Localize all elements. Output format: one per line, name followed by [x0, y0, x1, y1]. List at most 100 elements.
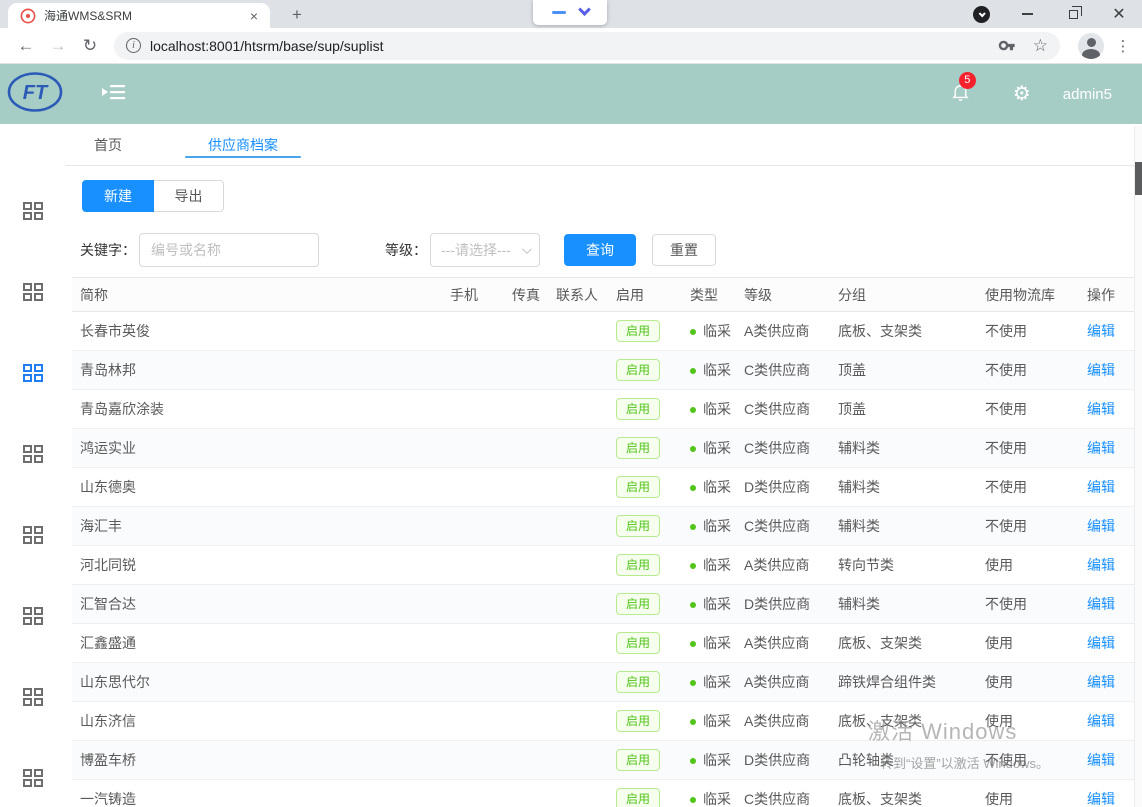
sidebar-item-6[interactable]	[0, 575, 65, 656]
enabled-badge[interactable]: 启用	[616, 398, 660, 420]
browser-tab[interactable]: 海通WMS&SRM ×	[8, 3, 270, 28]
level-cell: D类供应商	[736, 585, 830, 624]
table-row: 汇鑫盛通启用临采A类供应商底板、支架类使用编辑	[72, 624, 1134, 663]
sidebar-item-7[interactable]	[0, 656, 65, 737]
enabled-badge[interactable]: 启用	[616, 593, 660, 615]
window-minimize-button[interactable]	[1004, 0, 1050, 28]
column-header: 使用物流库	[977, 278, 1079, 312]
widget-minimize-icon[interactable]	[552, 11, 566, 14]
bookmark-star-icon[interactable]: ☆	[1033, 36, 1048, 56]
page-info-icon[interactable]: i	[126, 38, 141, 53]
edit-link[interactable]: 编辑	[1087, 791, 1115, 807]
enabled-badge[interactable]: 启用	[616, 359, 660, 381]
enabled-badge[interactable]: 启用	[616, 749, 660, 771]
fax-cell	[504, 624, 548, 663]
sidebar-item-3[interactable]	[0, 332, 65, 413]
new-tab-button[interactable]: +	[284, 2, 310, 28]
browser-update-icon[interactable]	[973, 6, 990, 23]
type-cell: 临采	[682, 546, 736, 585]
tab-title: 海通WMS&SRM	[44, 7, 246, 24]
reload-icon[interactable]: ↻	[74, 36, 106, 56]
sidebar-item-2[interactable]	[0, 251, 65, 332]
type-cell: 临采	[682, 780, 736, 807]
level-cell: C类供应商	[736, 507, 830, 546]
action-cell: 编辑	[1079, 780, 1134, 807]
back-icon[interactable]: ←	[10, 36, 42, 56]
enabled-badge[interactable]: 启用	[616, 320, 660, 342]
address-bar[interactable]: i localhost:8001/htsrm/base/sup/suplist …	[114, 32, 1060, 60]
new-button[interactable]: 新建	[82, 180, 154, 212]
search-button[interactable]: 查询	[564, 234, 636, 266]
edit-link[interactable]: 编辑	[1087, 635, 1115, 651]
edit-link[interactable]: 编辑	[1087, 596, 1115, 612]
edit-link[interactable]: 编辑	[1087, 674, 1115, 690]
enabled-badge[interactable]: 启用	[616, 554, 660, 576]
password-key-icon[interactable]	[998, 36, 1017, 55]
edit-link[interactable]: 编辑	[1087, 713, 1115, 729]
fax-cell	[504, 780, 548, 807]
sidebar-item-8[interactable]	[0, 737, 65, 807]
type-label: 临采	[703, 401, 731, 417]
window-close-button[interactable]: ✕	[1096, 0, 1142, 28]
apps-grid-icon	[23, 202, 43, 220]
enabled-badge[interactable]: 启用	[616, 671, 660, 693]
settings-gear-icon[interactable]: ⚙	[1013, 84, 1031, 104]
group-cell: 凸轮轴类	[830, 741, 977, 780]
widget-chevron-down-icon[interactable]	[578, 3, 591, 16]
table-row: 山东济信启用临采A类供应商底板、支架类使用编辑	[72, 702, 1134, 741]
profile-avatar[interactable]	[1078, 33, 1104, 59]
edit-link[interactable]: 编辑	[1087, 440, 1115, 456]
enabled-badge[interactable]: 启用	[616, 788, 660, 807]
forward-icon[interactable]: →	[42, 36, 74, 56]
enabled-badge[interactable]: 启用	[616, 710, 660, 732]
logistics-cell: 使用	[977, 702, 1079, 741]
edit-link[interactable]: 编辑	[1087, 752, 1115, 768]
sidebar-item-4[interactable]	[0, 413, 65, 494]
window-restore-button[interactable]	[1050, 0, 1096, 28]
type-cell: 临采	[682, 663, 736, 702]
notification-bell-button[interactable]: 5	[950, 81, 971, 108]
edit-link[interactable]: 编辑	[1087, 323, 1115, 339]
enabled-badge[interactable]: 启用	[616, 476, 660, 498]
scrollbar-thumb[interactable]	[1135, 162, 1142, 195]
action-cell: 编辑	[1079, 624, 1134, 663]
fax-cell	[504, 663, 548, 702]
mobile-cell	[442, 312, 504, 351]
browser-menu-icon[interactable]: ⋮	[1114, 37, 1132, 55]
reset-button[interactable]: 重置	[652, 234, 716, 266]
page-tab-2[interactable]: 供应商档案	[206, 124, 280, 165]
edit-link[interactable]: 编辑	[1087, 401, 1115, 417]
export-button[interactable]: 导出	[154, 180, 224, 212]
window-controls: ✕	[973, 0, 1142, 28]
enabled-badge[interactable]: 启用	[616, 632, 660, 654]
current-user[interactable]: admin5	[1063, 86, 1112, 103]
enabled-badge[interactable]: 启用	[616, 437, 660, 459]
action-cell: 编辑	[1079, 663, 1134, 702]
table-row: 青岛林邦启用临采C类供应商顶盖不使用编辑	[72, 351, 1134, 390]
contact-cell	[548, 468, 608, 507]
supplier-name-cell: 河北同锐	[72, 546, 442, 585]
edit-link[interactable]: 编辑	[1087, 479, 1115, 495]
fax-cell	[504, 390, 548, 429]
sidebar-item-5[interactable]	[0, 494, 65, 575]
edit-link[interactable]: 编辑	[1087, 518, 1115, 534]
overlay-widget[interactable]	[533, 0, 607, 25]
vertical-scrollbar[interactable]	[1134, 126, 1142, 807]
apps-grid-icon	[23, 283, 43, 301]
chevron-down-icon	[522, 244, 532, 254]
level-select[interactable]: ---请选择---	[430, 233, 540, 267]
url-text[interactable]: localhost:8001/htsrm/base/sup/suplist	[150, 38, 990, 54]
level-cell: A类供应商	[736, 546, 830, 585]
tab-close-icon[interactable]: ×	[246, 8, 262, 24]
column-header: 简称	[72, 278, 442, 312]
contact-cell	[548, 585, 608, 624]
sidebar-item-1[interactable]	[0, 170, 65, 251]
status-dot-icon	[690, 758, 696, 764]
menu-toggle-icon[interactable]	[102, 83, 126, 106]
edit-link[interactable]: 编辑	[1087, 557, 1115, 573]
edit-link[interactable]: 编辑	[1087, 362, 1115, 378]
keyword-input[interactable]	[139, 233, 319, 267]
fax-cell	[504, 585, 548, 624]
enabled-badge[interactable]: 启用	[616, 515, 660, 537]
page-tab-1[interactable]: 首页	[92, 124, 124, 165]
